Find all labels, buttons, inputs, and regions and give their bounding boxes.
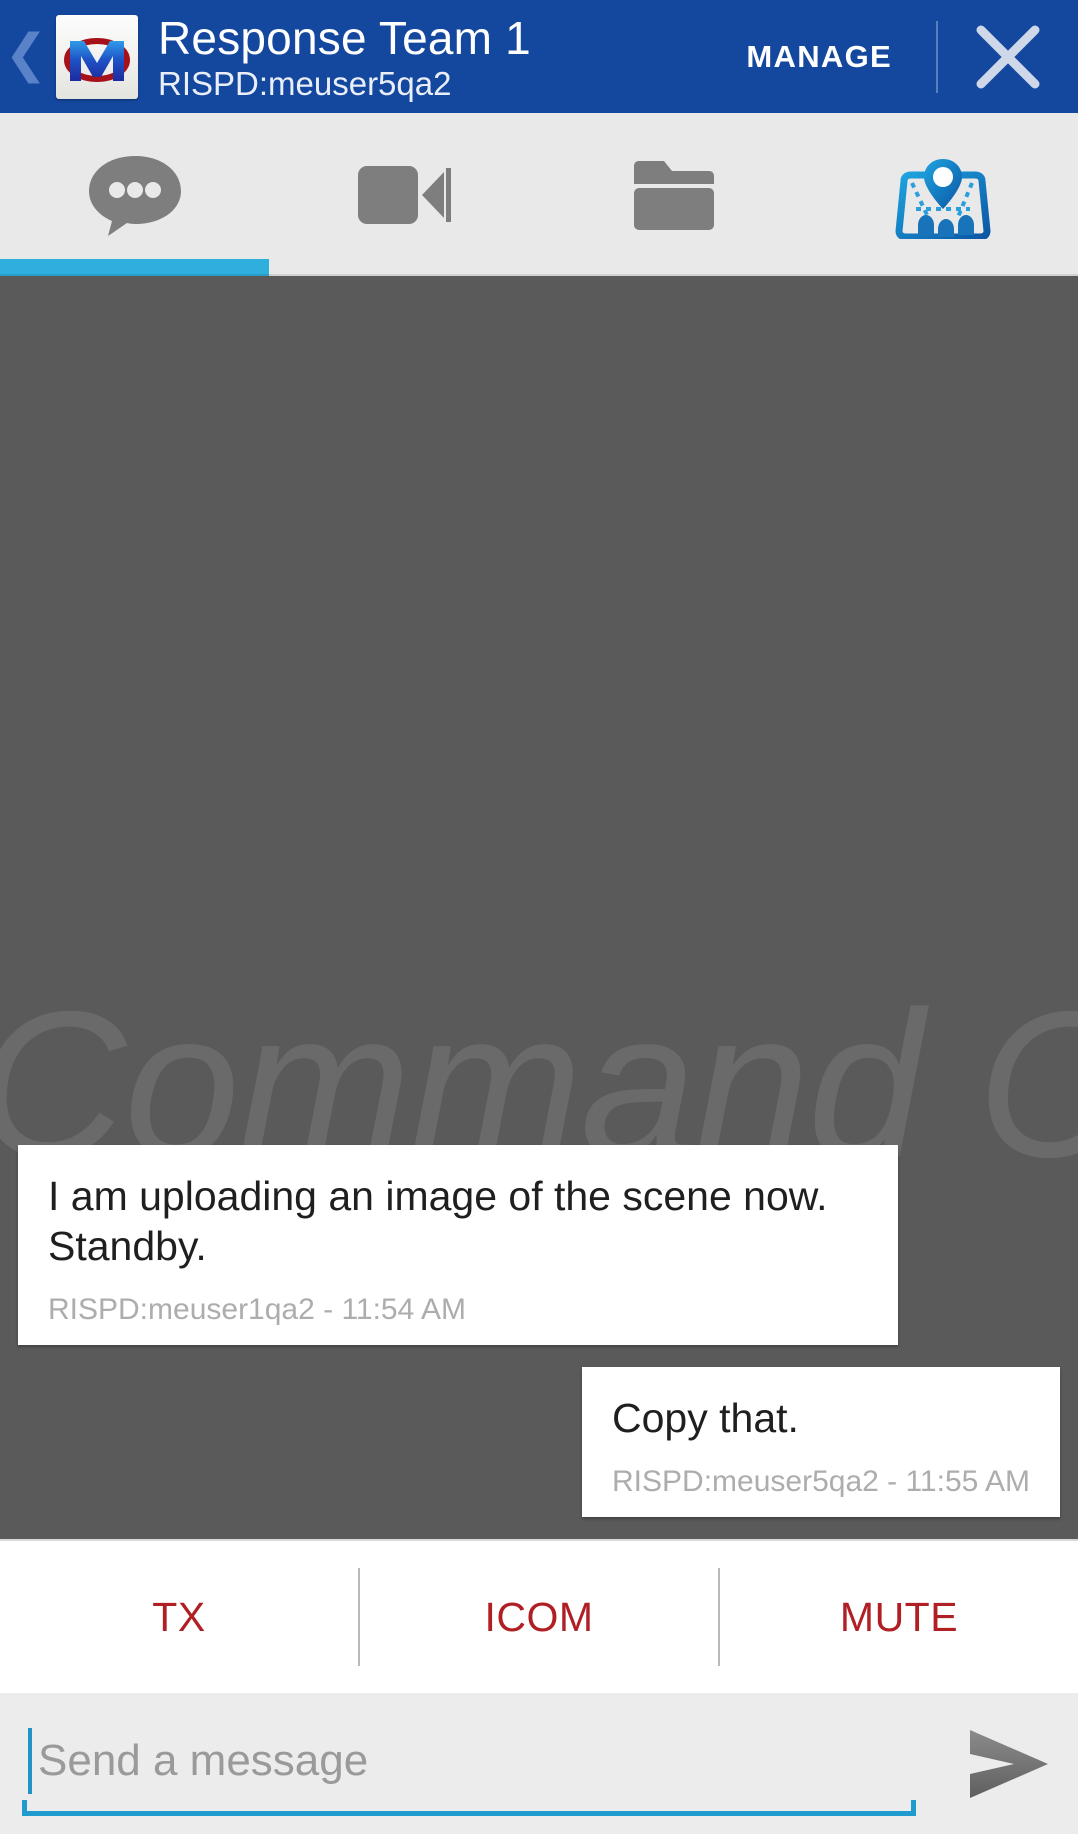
map-location-icon xyxy=(895,158,991,239)
message-text: I am uploading an image of the scene now… xyxy=(48,1173,828,1269)
message-list[interactable]: Command Central I am uploading an image … xyxy=(0,276,1078,1539)
tx-button[interactable]: TX xyxy=(0,1541,358,1693)
chat-screen: ❮ Response Team 1 RISPD:meuser5qa2 MANAG… xyxy=(0,0,1078,1834)
close-x-icon xyxy=(976,25,1040,88)
messages-container: I am uploading an image of the scene now… xyxy=(0,1145,1078,1517)
app-header: ❮ Response Team 1 RISPD:meuser5qa2 MANAG… xyxy=(0,0,1078,113)
chevron-left-icon: ❮ xyxy=(4,24,48,83)
message-text: Copy that. xyxy=(612,1395,799,1441)
message-bubble[interactable]: Copy that. RISPD:meuser5qa2 - 11:55 AM xyxy=(582,1367,1060,1517)
mute-button[interactable]: MUTE xyxy=(720,1541,1078,1693)
close-button[interactable] xyxy=(938,0,1078,113)
back-button[interactable]: ❮ xyxy=(0,0,52,113)
folder-icon xyxy=(633,160,714,230)
input-underline xyxy=(22,1799,916,1816)
icom-button[interactable]: ICOM xyxy=(360,1541,718,1693)
tab-bar xyxy=(0,113,1078,276)
tab-map[interactable] xyxy=(809,113,1078,276)
send-button[interactable] xyxy=(940,1693,1078,1834)
message-composer xyxy=(0,1693,1078,1834)
chat-bubble-icon xyxy=(88,155,181,236)
motorola-m-logo-icon xyxy=(64,37,130,82)
message-meta: RISPD:meuser1qa2 - 11:54 AM xyxy=(48,1293,466,1326)
page-subtitle: RISPD:meuser5qa2 xyxy=(158,64,452,102)
tab-chat[interactable] xyxy=(0,113,270,276)
page-title: Response Team 1 xyxy=(158,11,531,64)
text-caret xyxy=(28,1727,32,1794)
send-arrow-icon xyxy=(970,1729,1048,1798)
message-row-outgoing[interactable]: Copy that. RISPD:meuser5qa2 - 11:55 AM xyxy=(0,1367,1078,1517)
header-title-group: Response Team 1 RISPD:meuser5qa2 xyxy=(158,10,736,104)
message-input[interactable] xyxy=(22,1735,916,1792)
video-camera-icon xyxy=(358,165,452,224)
message-row-incoming[interactable]: I am uploading an image of the scene now… xyxy=(0,1145,1078,1345)
message-bubble[interactable]: I am uploading an image of the scene now… xyxy=(18,1145,898,1345)
manage-button[interactable]: MANAGE xyxy=(736,39,936,75)
action-bar: TX ICOM MUTE xyxy=(0,1539,1078,1693)
app-logo xyxy=(56,14,138,99)
message-meta: RISPD:meuser5qa2 - 11:55 AM xyxy=(612,1465,1030,1498)
tab-files[interactable] xyxy=(539,113,809,276)
message-input-wrapper[interactable] xyxy=(22,1714,916,1816)
tab-video[interactable] xyxy=(270,113,540,276)
